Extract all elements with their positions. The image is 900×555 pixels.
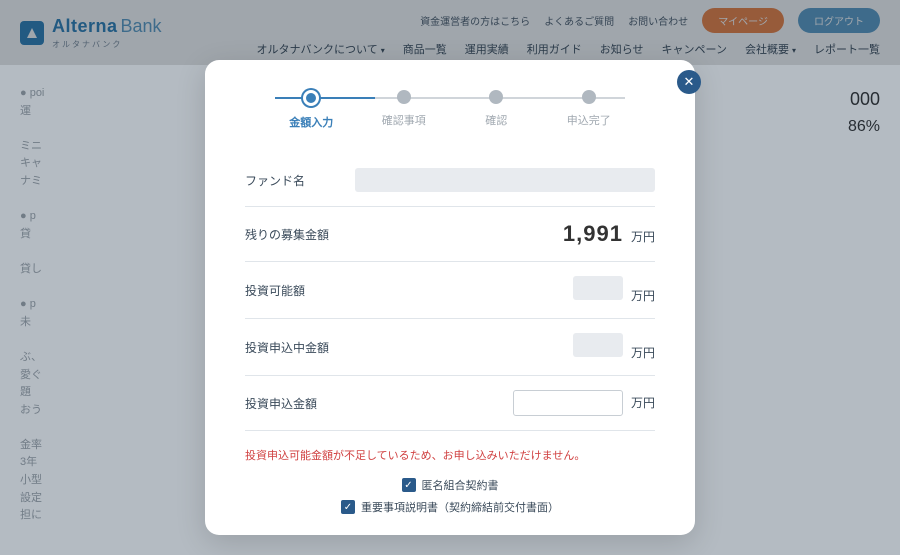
unit-label: 万円 xyxy=(631,344,655,361)
label-investable: 投資可能額 xyxy=(245,282,305,299)
investable-value xyxy=(573,276,623,300)
row-pending: 投資申込中金額 万円 xyxy=(245,319,655,376)
checkbox-icon: ✓ xyxy=(341,500,355,514)
label-apply: 投資申込金額 xyxy=(245,395,317,412)
row-apply-amount: 投資申込金額 万円 xyxy=(245,376,655,431)
unit-label: 万円 xyxy=(631,394,655,411)
row-investable: 投資可能額 万円 xyxy=(245,262,655,319)
check-important-matters[interactable]: ✓ 重要事項説明書（契約締結前交付書面） xyxy=(341,499,559,515)
check-label: 匿名組合契約書 xyxy=(422,477,499,493)
error-message: 投資申込可能金額が不足しているため、お申し込みいただけません。 xyxy=(245,447,655,463)
progress-stepper: 金額入力 確認事項 確認 申込完了 xyxy=(265,90,635,130)
label-pending: 投資申込中金額 xyxy=(245,339,329,356)
step-confirm: 確認 xyxy=(450,90,543,128)
row-fund-name: ファンド名 xyxy=(245,154,655,207)
unit-label: 万円 xyxy=(631,287,655,304)
modal-overlay: ✕ 金額入力 確認事項 確認 申込完了 ファンド名 xyxy=(0,0,900,555)
label-remaining: 残りの募集金額 xyxy=(245,226,329,243)
close-icon: ✕ xyxy=(684,74,695,90)
checkbox-icon: ✓ xyxy=(402,478,416,492)
investment-modal: ✕ 金額入力 確認事項 確認 申込完了 ファンド名 xyxy=(205,60,695,535)
step-confirm-items: 確認事項 xyxy=(358,90,451,128)
step-complete: 申込完了 xyxy=(543,90,636,128)
label-fund-name: ファンド名 xyxy=(245,172,305,189)
agreement-checks: ✓ 匿名組合契約書 ✓ 重要事項説明書（契約締結前交付書面） xyxy=(245,477,655,515)
row-remaining: 残りの募集金額 1,991 万円 xyxy=(245,207,655,262)
remaining-amount: 1,991 xyxy=(563,221,623,247)
check-label: 重要事項説明書（契約締結前交付書面） xyxy=(361,499,559,515)
apply-amount-input[interactable] xyxy=(513,390,623,416)
step-amount: 金額入力 xyxy=(265,90,358,130)
unit-label: 万円 xyxy=(631,228,655,245)
close-button[interactable]: ✕ xyxy=(677,70,701,94)
fund-name-value xyxy=(355,168,655,192)
check-anonymous-contract[interactable]: ✓ 匿名組合契約書 xyxy=(402,477,499,493)
pending-value xyxy=(573,333,623,357)
